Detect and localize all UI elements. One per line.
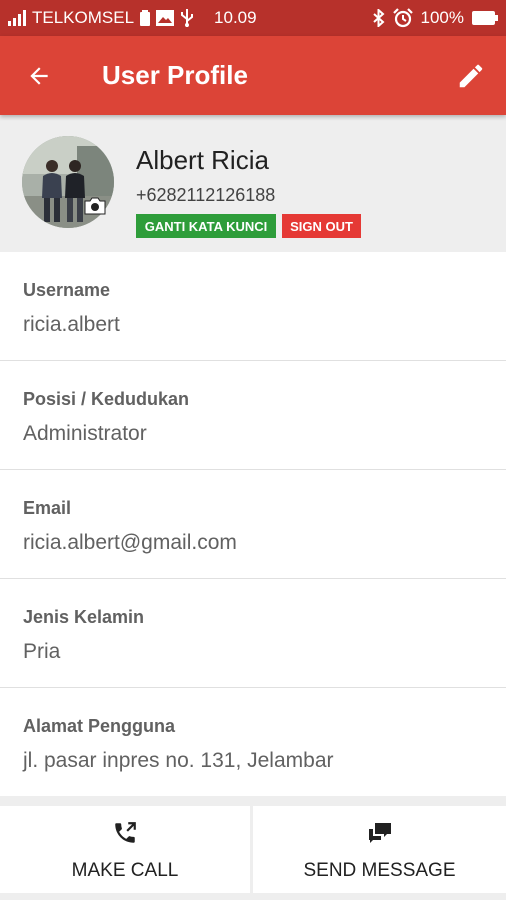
battery-saver-icon (140, 10, 151, 26)
field-label: Jenis Kelamin (23, 607, 145, 627)
field-value: Administrator (23, 422, 147, 445)
profile-header: Albert Ricia +6282112126188 GANTI KATA K… (0, 115, 506, 252)
field-address: Alamat Pengguna jl. pasar inpres no. 131… (0, 688, 506, 797)
app-toolbar: User Profile (0, 36, 506, 115)
field-value: ricia.albert@gmail.com (23, 531, 237, 554)
field-label: Alamat Pengguna (23, 716, 176, 736)
usb-icon (180, 9, 194, 27)
profile-name: Albert Ricia (136, 145, 269, 175)
page-title: User Profile (102, 60, 248, 90)
bluetooth-icon (372, 9, 385, 27)
status-bar: TELKOMSEL 10.09 100% (0, 0, 506, 36)
profile-fields: Username ricia.albert Posisi / Kedudukan… (0, 252, 506, 797)
camera-icon[interactable] (82, 195, 108, 217)
field-position: Posisi / Kedudukan Administrator (0, 361, 506, 470)
carrier-name: TELKOMSEL (32, 8, 135, 27)
field-label: Posisi / Kedudukan (23, 389, 190, 409)
field-label: Email (23, 498, 72, 518)
send-message-button[interactable]: SEND MESSAGE (253, 806, 506, 893)
field-value: jl. pasar inpres no. 131, Jelambar (23, 749, 334, 772)
arrow-back-icon[interactable] (0, 36, 78, 115)
profile-actions: GANTI KATA KUNCI SIGN OUT (136, 214, 361, 238)
alarm-icon (392, 8, 413, 28)
change-password-button[interactable]: GANTI KATA KUNCI (136, 214, 276, 238)
field-value: ricia.albert (23, 313, 120, 336)
status-time: 10.09 (214, 8, 257, 27)
field-gender: Jenis Kelamin Pria (0, 579, 506, 688)
sign-out-button[interactable]: SIGN OUT (282, 214, 361, 238)
field-label: Username (23, 280, 111, 300)
make-call-button[interactable]: MAKE CALL (0, 806, 250, 893)
make-call-label: MAKE CALL (71, 859, 179, 881)
signal-icon (8, 10, 26, 26)
pencil-icon[interactable] (436, 36, 506, 115)
field-username: Username ricia.albert (0, 252, 506, 361)
send-message-label: SEND MESSAGE (303, 859, 456, 881)
phone-call-icon (112, 818, 138, 848)
battery-percent: 100% (420, 8, 464, 27)
field-email: Email ricia.albert@gmail.com (0, 470, 506, 579)
profile-phone: +6282112126188 (136, 185, 276, 205)
field-value: Pria (23, 640, 61, 663)
chat-bubbles-icon (367, 818, 393, 848)
battery-icon (472, 11, 498, 25)
image-icon (156, 10, 175, 26)
